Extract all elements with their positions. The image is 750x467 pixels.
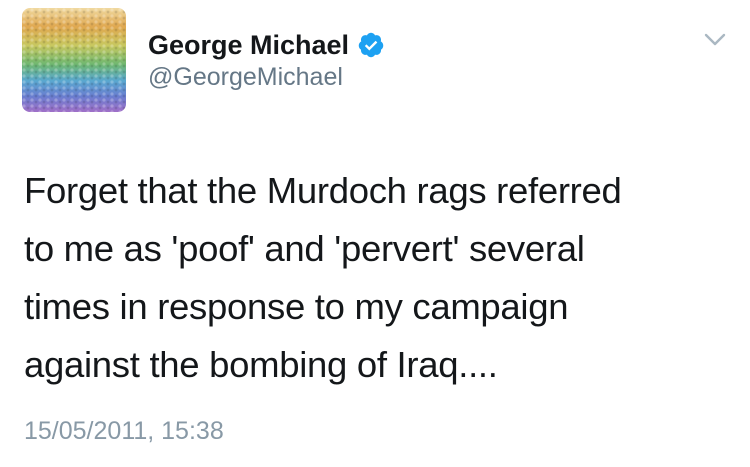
tweet-timestamp[interactable]: 15/05/2011, 15:38: [24, 415, 224, 447]
tweet-card: George Michael @GeorgeMichael Forget tha…: [0, 0, 750, 467]
author-handle[interactable]: @GeorgeMichael: [148, 61, 343, 93]
tweet-text: Forget that the Murdoch rags referred to…: [24, 170, 622, 385]
author-display-name[interactable]: George Michael: [148, 27, 349, 63]
avatar[interactable]: [22, 8, 126, 112]
verified-badge-icon: [358, 32, 384, 58]
chevron-down-icon[interactable]: [703, 30, 727, 50]
avatar-image: [22, 8, 126, 112]
author-row: George Michael: [148, 27, 385, 63]
